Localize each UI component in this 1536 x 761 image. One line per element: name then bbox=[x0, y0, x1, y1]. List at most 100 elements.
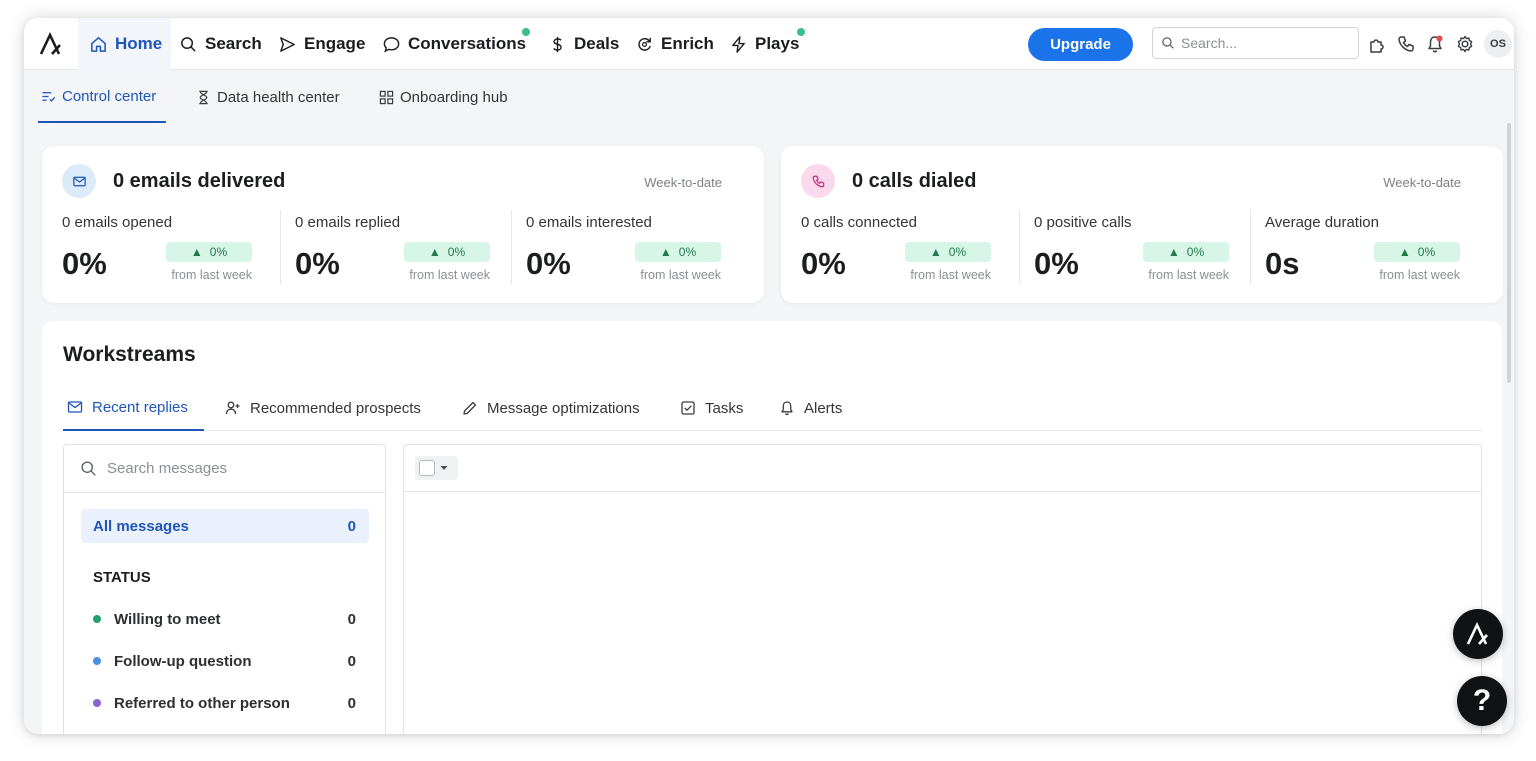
hourglass-icon bbox=[199, 90, 208, 104]
gear-icon[interactable] bbox=[1455, 34, 1475, 54]
nav-plays[interactable]: Plays bbox=[729, 18, 799, 70]
filter-follow-up-question[interactable]: Follow-up question 0 bbox=[93, 650, 356, 672]
tab-recent-replies-label: Recent replies bbox=[92, 398, 188, 416]
bell-notification-icon[interactable] bbox=[1425, 34, 1445, 54]
phone-icon[interactable] bbox=[1396, 34, 1416, 54]
status-label: Willing to meet bbox=[114, 610, 221, 628]
tab-data-health-center[interactable]: Data health center bbox=[196, 71, 340, 123]
upgrade-button[interactable]: Upgrade bbox=[1028, 28, 1133, 61]
assistant-fab-button[interactable] bbox=[1453, 609, 1503, 659]
change-badge: ▲ 0% bbox=[635, 242, 721, 262]
filter-all-messages-label: All messages bbox=[93, 517, 189, 535]
tab-control-center[interactable]: Control center bbox=[38, 71, 167, 123]
metric-emails-interested: 0 emails interested 0% ▲ 0% from last wee… bbox=[511, 210, 742, 284]
select-all-dropdown[interactable] bbox=[415, 456, 458, 480]
top-nav: Home Search Engage Conversations Deals E… bbox=[24, 18, 1514, 70]
avatar[interactable]: OS bbox=[1484, 30, 1512, 58]
search-icon bbox=[81, 461, 96, 476]
tab-recommended-prospects-label: Recommended prospects bbox=[250, 399, 421, 417]
workstreams-tabs: Recent replies Recommended prospects Mes… bbox=[63, 385, 1482, 431]
email-stats-card: 0 emails delivered Week-to-date 0 emails… bbox=[42, 146, 764, 303]
nav-conversations-label: Conversations bbox=[408, 34, 527, 53]
nav-search-label: Search bbox=[205, 34, 262, 53]
tab-tasks[interactable]: Tasks bbox=[680, 385, 743, 431]
nav-home[interactable]: Home bbox=[78, 18, 172, 70]
global-search-input[interactable] bbox=[1181, 35, 1351, 51]
status-dot bbox=[93, 657, 101, 665]
help-button[interactable]: ? bbox=[1457, 676, 1507, 726]
plays-new-dot bbox=[797, 28, 805, 36]
apollo-logo-icon bbox=[1466, 622, 1488, 645]
status-count: 0 bbox=[347, 652, 356, 670]
change-value: 0% bbox=[678, 245, 697, 259]
email-card-range: Week-to-date bbox=[644, 175, 722, 190]
filter-willing-to-meet[interactable]: Willing to meet 0 bbox=[93, 608, 356, 630]
nav-search[interactable]: Search bbox=[179, 18, 262, 70]
call-card-range: Week-to-date bbox=[1383, 175, 1461, 190]
up-arrow-icon: ▲ bbox=[1167, 245, 1180, 259]
change-badge: ▲ 0% bbox=[905, 242, 991, 262]
status-dot bbox=[93, 699, 101, 707]
send-icon bbox=[280, 36, 295, 52]
select-all-checkbox[interactable] bbox=[419, 460, 435, 476]
tab-recommended-prospects[interactable]: Recommended prospects bbox=[225, 385, 421, 431]
filter-all-messages-count: 0 bbox=[347, 517, 356, 535]
email-card-icon-wrap bbox=[62, 164, 96, 198]
status-label: Referred to other person bbox=[114, 694, 290, 712]
dollar-icon bbox=[553, 36, 562, 52]
metric-average-duration: Average duration 0s ▲ 0% from last week bbox=[1250, 210, 1481, 284]
metric-label: 0 positive calls bbox=[1034, 214, 1132, 231]
tab-tasks-label: Tasks bbox=[705, 399, 744, 417]
status-dot bbox=[93, 615, 101, 623]
up-arrow-icon: ▲ bbox=[428, 245, 441, 259]
message-filter-panel: All messages 0 STATUS Willing to meet 0 … bbox=[63, 444, 386, 734]
change-badge: ▲ 0% bbox=[404, 242, 490, 262]
metric-sub: from last week bbox=[409, 268, 490, 282]
puzzle-extension-icon[interactable] bbox=[1367, 34, 1387, 54]
metric-label: 0 emails opened bbox=[62, 214, 173, 231]
home-icon bbox=[91, 36, 106, 52]
nav-enrich[interactable]: Enrich bbox=[635, 18, 714, 70]
conversations-new-dot bbox=[522, 28, 530, 36]
up-arrow-icon: ▲ bbox=[190, 245, 203, 259]
nav-engage[interactable]: Engage bbox=[278, 18, 365, 70]
tab-onboarding-hub[interactable]: Onboarding hub bbox=[379, 71, 508, 123]
up-arrow-icon: ▲ bbox=[929, 245, 942, 259]
page-scrollbar[interactable] bbox=[1507, 123, 1511, 383]
up-arrow-icon: ▲ bbox=[1398, 245, 1411, 259]
metric-value: 0% bbox=[526, 246, 571, 281]
metric-sub: from last week bbox=[910, 268, 991, 282]
metric-label: 0 emails replied bbox=[295, 214, 401, 231]
tab-message-optimizations-label: Message optimizations bbox=[487, 399, 640, 417]
filter-all-messages[interactable]: All messages 0 bbox=[81, 509, 369, 543]
tab-alerts-label: Alerts bbox=[804, 399, 843, 417]
filter-referred-to-other-person[interactable]: Referred to other person 0 bbox=[93, 692, 356, 714]
apollo-logo-icon[interactable] bbox=[38, 32, 64, 56]
message-search-input[interactable] bbox=[107, 460, 367, 477]
grid-icon bbox=[379, 90, 394, 104]
workstreams-panel: Workstreams Recent replies Recommended p… bbox=[42, 321, 1502, 734]
call-card-title: 0 calls dialed bbox=[852, 170, 977, 192]
nav-conversations[interactable]: Conversations bbox=[382, 18, 526, 70]
metric-label: 0 emails interested bbox=[526, 214, 652, 231]
tab-message-optimizations[interactable]: Message optimizations bbox=[462, 385, 640, 431]
app-window: Home Search Engage Conversations Deals E… bbox=[24, 18, 1514, 734]
refresh-icon bbox=[638, 37, 651, 51]
change-badge: ▲ 0% bbox=[1143, 242, 1229, 262]
metric-calls-connected: 0 calls connected 0% ▲ 0% from last week bbox=[781, 210, 1012, 284]
search-icon bbox=[1162, 37, 1174, 49]
global-search-box[interactable] bbox=[1152, 27, 1359, 59]
metric-label: Average duration bbox=[1265, 214, 1379, 231]
metric-emails-replied: 0 emails replied 0% ▲ 0% from last week bbox=[280, 210, 511, 284]
message-search-box[interactable] bbox=[64, 445, 385, 493]
tab-recent-replies[interactable]: Recent replies bbox=[63, 385, 204, 431]
nav-plays-label: Plays bbox=[755, 34, 800, 53]
tab-data-health-center-label: Data health center bbox=[217, 88, 340, 106]
email-card-title: 0 emails delivered bbox=[113, 170, 286, 192]
workstreams-title: Workstreams bbox=[63, 343, 196, 366]
caret-down-icon[interactable] bbox=[439, 463, 449, 473]
tab-alerts[interactable]: Alerts bbox=[779, 385, 842, 431]
nav-deals[interactable]: Deals bbox=[548, 18, 619, 70]
bell-icon bbox=[781, 401, 793, 416]
search-icon bbox=[181, 36, 196, 52]
